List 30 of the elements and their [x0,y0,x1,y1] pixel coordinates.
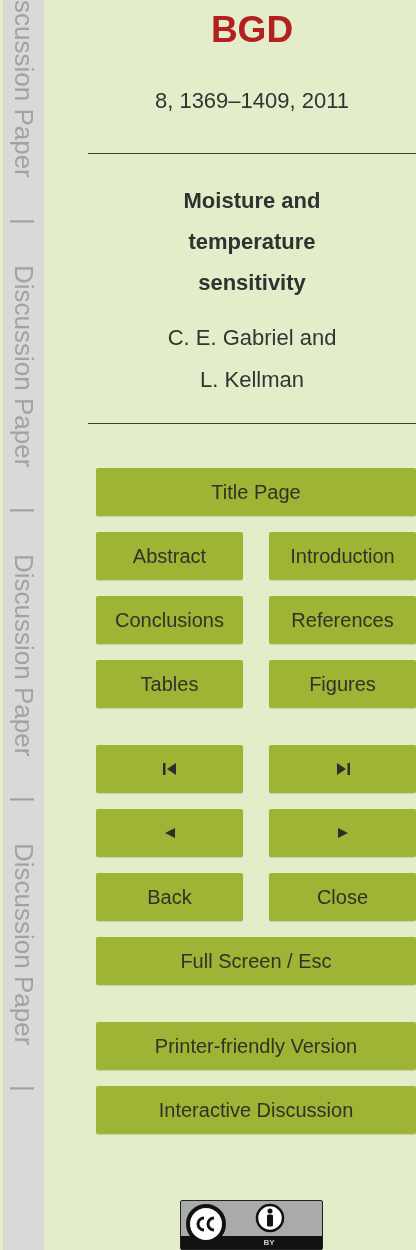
nav-button[interactable]: Close [269,873,416,921]
margin-label: | [8,795,40,803]
nav-button[interactable]: Back [96,873,243,921]
nav-button[interactable]: Abstract [96,532,243,580]
authors: C. E. Gabriel and L. Kellman [166,324,338,394]
last-page-icon [334,761,351,777]
nav-button[interactable]: Full Screen / Esc [96,937,416,985]
margin-label: Discussion Paper [8,842,40,1045]
margin-label: | [8,217,40,225]
nav-button[interactable]: Tables [96,660,243,708]
margin-label: | [8,1085,40,1092]
previous-page-button[interactable] [96,809,243,857]
margin-label: Discussion Paper [8,553,40,756]
margin-label: Discussion Paper [8,264,40,467]
nav-button[interactable]: Interactive Discussion [96,1086,416,1134]
nav-button[interactable]: Printer-friendly Version [96,1022,416,1070]
nav-button[interactable]: Conclusions [96,596,243,644]
paper-title: Moisture and temperature sensitivity [182,187,322,297]
nav-button[interactable]: Figures [269,660,416,708]
margin-label: | [8,506,40,514]
last-page-button[interactable] [269,745,416,793]
margin-label: scussion Paper [8,0,40,178]
nav-button[interactable]: References [269,596,416,644]
next-page-button[interactable] [269,809,416,857]
nav-button[interactable]: Title Page [96,468,416,516]
first-page-icon [161,761,178,777]
citation: 8, 1369–1409, 2011 [153,88,351,114]
journal-name: BGD [209,10,295,50]
nav-button[interactable]: Introduction [269,532,416,580]
first-page-button[interactable] [96,745,243,793]
